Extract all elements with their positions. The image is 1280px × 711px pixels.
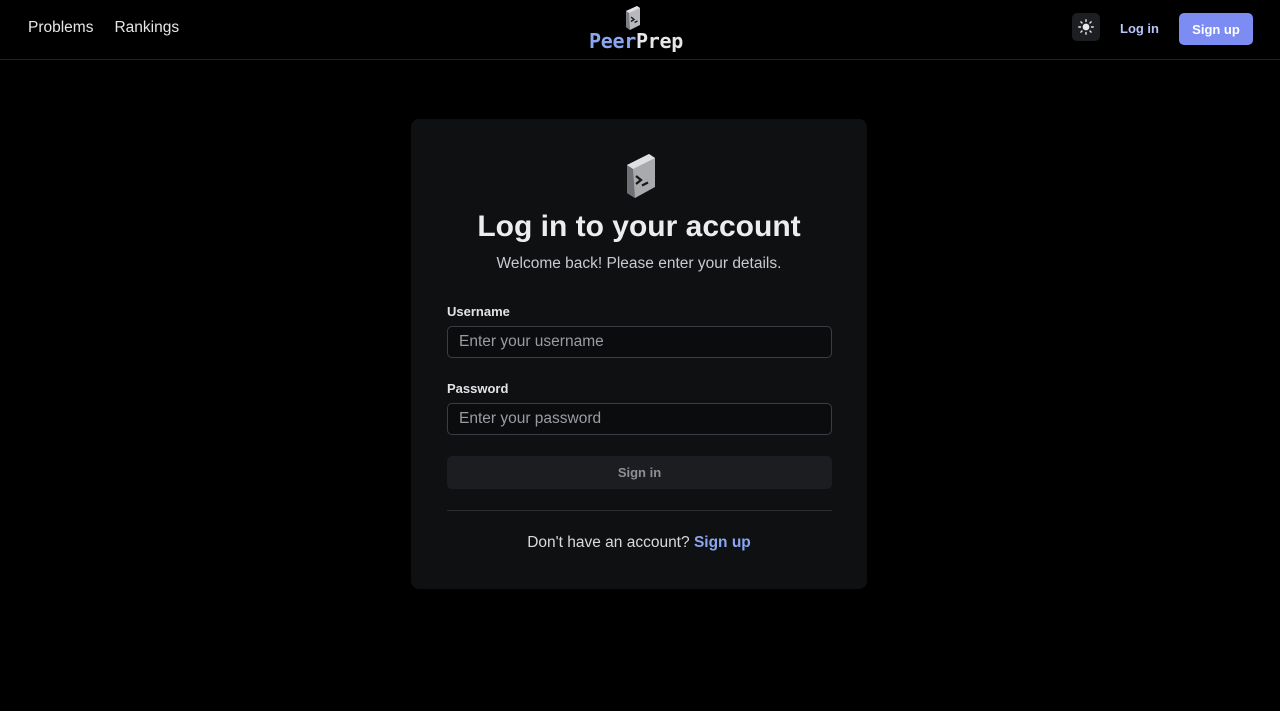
page-subtitle: Welcome back! Please enter your details. <box>496 255 782 272</box>
nav-links: Problems Rankings <box>28 18 179 38</box>
brand-wordmark: PeerPrep <box>589 29 683 53</box>
divider <box>447 510 832 511</box>
signin-button[interactable]: Sign in <box>447 456 832 489</box>
username-label: Username <box>447 304 510 319</box>
username-input[interactable] <box>447 326 832 358</box>
sun-icon <box>1078 19 1094 35</box>
terminal-cube-icon <box>626 6 640 30</box>
login-card: Log in to your account Welcome back! Ple… <box>411 119 867 589</box>
theme-toggle-button[interactable] <box>1072 13 1100 41</box>
brand-home-link[interactable]: PeerPrep <box>589 4 683 56</box>
brand-prep: Prep <box>635 29 683 53</box>
password-input[interactable] <box>447 403 832 435</box>
top-navbar: Problems Rankings PeerPrep Log in Sign u… <box>0 0 1280 60</box>
nav-link-rankings[interactable]: Rankings <box>114 18 179 38</box>
nav-link-problems[interactable]: Problems <box>28 18 93 38</box>
nav-login-button[interactable]: Log in <box>1110 13 1169 44</box>
nav-signup-button[interactable]: Sign up <box>1179 13 1253 45</box>
page-title: Log in to your account <box>477 210 801 243</box>
signup-link[interactable]: Sign up <box>694 534 751 551</box>
brand-peer: Peer <box>589 29 636 53</box>
signup-prompt-text: Don't have an account? <box>527 534 690 551</box>
password-label: Password <box>447 381 509 396</box>
signup-prompt: Don't have an account? Sign up <box>411 533 867 553</box>
terminal-cube-icon <box>627 154 655 198</box>
